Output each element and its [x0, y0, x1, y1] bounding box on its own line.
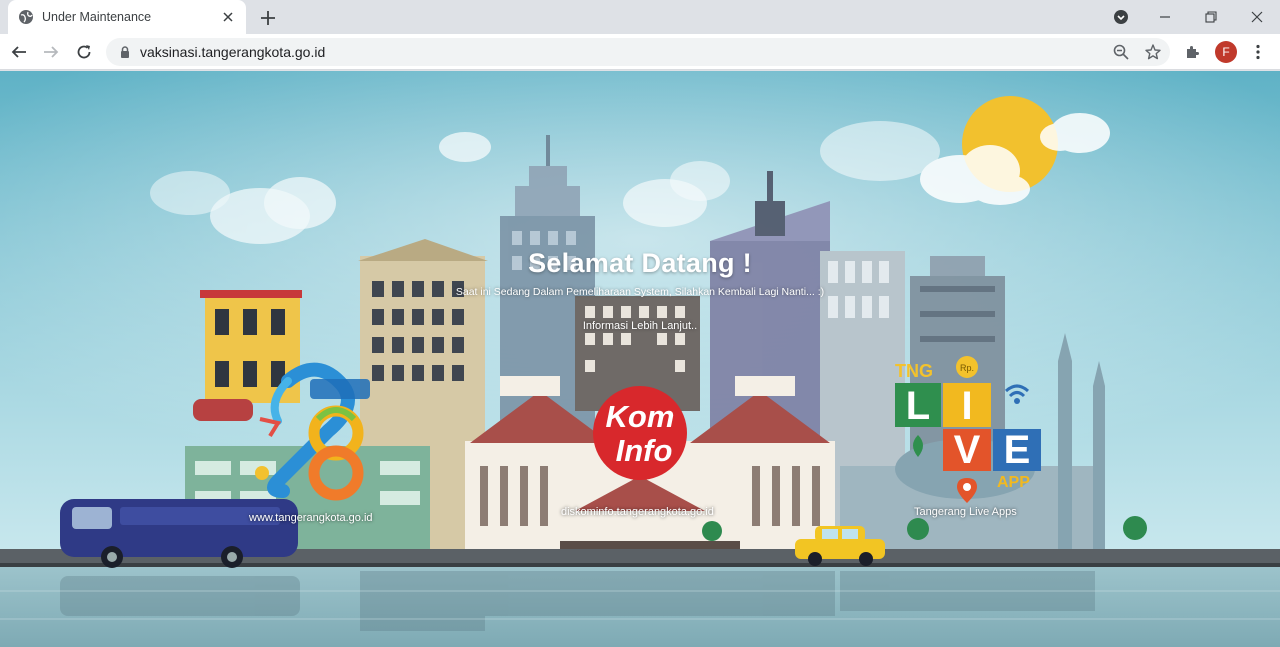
reload-icon[interactable]	[72, 40, 96, 64]
tangerang-28-logo-icon[interactable]	[248, 361, 373, 506]
page-viewport: Selamat Datang ! Saat ini Sedang Dalam P…	[0, 71, 1280, 647]
browser-toolbar: vaksinasi.tangerangkota.go.id F	[0, 34, 1280, 70]
close-window-icon[interactable]	[1246, 6, 1268, 28]
svg-text:APP: APP	[997, 474, 1030, 491]
profile-avatar[interactable]: F	[1215, 41, 1237, 63]
tangerang-live-link[interactable]: Tangerang Live Apps	[914, 506, 1017, 518]
svg-text:Rp.: Rp.	[960, 363, 974, 373]
tab-title: Under Maintenance	[42, 10, 152, 24]
maintenance-message: Saat ini Sedang Dalam Pemeliharaan Syste…	[455, 286, 825, 298]
kominfo-logo-text-1: Kom	[606, 399, 675, 434]
svg-text:L: L	[906, 384, 930, 428]
bookmark-star-icon[interactable]	[1142, 41, 1164, 63]
more-menu-icon[interactable]	[1246, 40, 1270, 64]
minimize-icon[interactable]	[1154, 6, 1176, 28]
tangerangkota-link[interactable]: www.tangerangkota.go.id	[249, 512, 373, 524]
kominfo-logo-text-2: Info	[616, 433, 673, 468]
tab-strip: Under Maintenance	[0, 0, 1280, 34]
url-text: vaksinasi.tangerangkota.go.id	[140, 44, 326, 60]
svg-text:E: E	[1004, 428, 1031, 472]
zoom-icon[interactable]	[1110, 41, 1132, 63]
restore-icon[interactable]	[1200, 6, 1222, 28]
more-info-link[interactable]: Informasi Lebih Lanjut..	[0, 320, 1280, 332]
tab-search-icon[interactable]	[1110, 6, 1132, 28]
city-skyline-background	[0, 71, 1280, 647]
close-tab-icon[interactable]	[220, 9, 236, 25]
extensions-puzzle-icon[interactable]	[1181, 40, 1205, 64]
globe-icon	[18, 9, 34, 25]
svg-text:V: V	[954, 428, 981, 472]
svg-text:I: I	[961, 384, 972, 428]
back-arrow-icon[interactable]	[7, 40, 31, 64]
svg-text:TNG: TNG	[895, 361, 933, 381]
new-tab-button[interactable]	[258, 8, 278, 28]
kominfo-logo-icon[interactable]: Kom Info	[592, 385, 688, 481]
forward-arrow-icon[interactable]	[39, 40, 63, 64]
tng-live-logo-icon[interactable]: TNG Rp. L I V E APP	[893, 353, 1048, 503]
lock-icon[interactable]	[118, 45, 132, 59]
address-bar[interactable]: vaksinasi.tangerangkota.go.id	[106, 38, 1170, 66]
page-title: Selamat Datang !	[528, 248, 752, 278]
browser-tab[interactable]: Under Maintenance	[8, 0, 246, 34]
diskominfo-link[interactable]: diskominfo.tangerangkota.go.id	[561, 506, 714, 518]
